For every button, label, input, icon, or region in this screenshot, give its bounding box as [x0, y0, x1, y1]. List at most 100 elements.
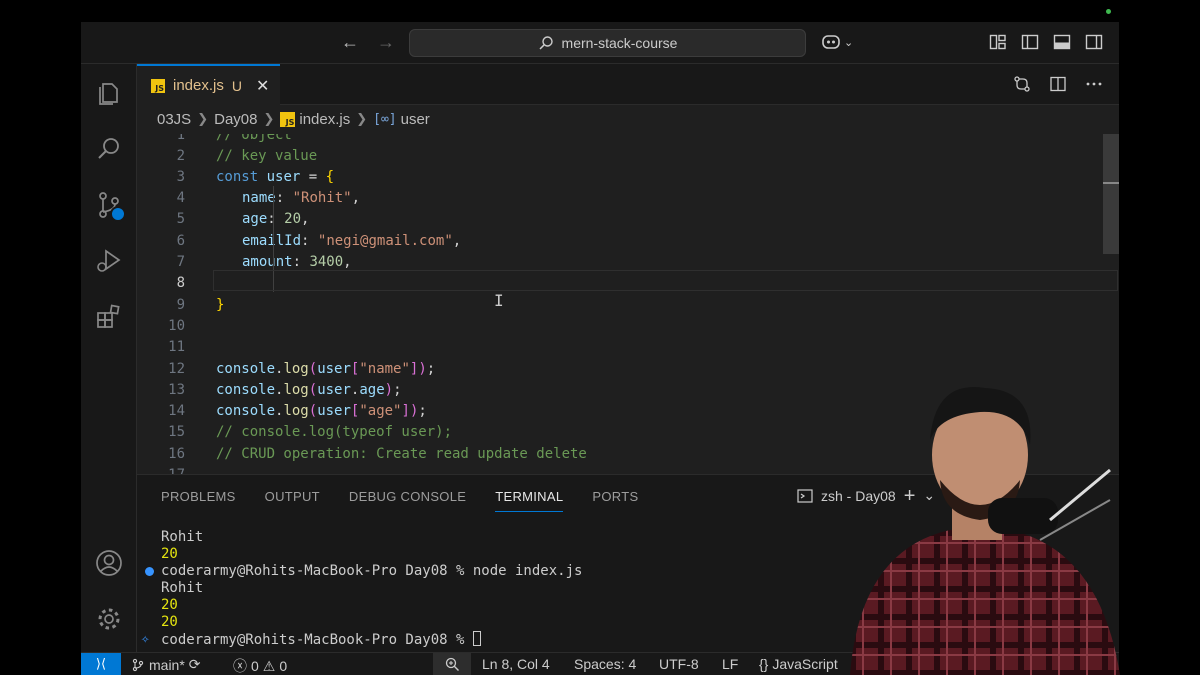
back-arrow-icon[interactable]: ← — [341, 32, 359, 53]
code-line: 11 — [137, 337, 1119, 358]
language-status[interactable]: {} JavaScript — [759, 656, 838, 672]
close-icon[interactable]: ✕ — [256, 76, 269, 96]
customize-layout-icon[interactable] — [989, 33, 1007, 51]
terminal-cursor — [472, 631, 481, 646]
branch-status[interactable]: main* ⟳ — [131, 656, 201, 673]
line-number: 2 — [176, 147, 185, 164]
sync-icon[interactable]: ⟳ — [189, 656, 201, 673]
source-control-icon[interactable] — [94, 190, 126, 222]
tab-ports[interactable]: PORTS — [592, 489, 638, 512]
terminal-line: 20 — [161, 614, 178, 630]
explorer-icon[interactable] — [94, 78, 124, 108]
scrollbar-cursor-marker — [1103, 182, 1119, 184]
recording-indicator — [1106, 9, 1111, 14]
webcam-presenter — [840, 380, 1120, 675]
text-cursor-icon: I — [494, 291, 504, 310]
remote-indicator-icon[interactable]: ⟩⟨ — [81, 653, 121, 675]
command-status-dot-icon[interactable] — [145, 567, 154, 576]
cursor-position[interactable]: Ln 8, Col 4 — [482, 656, 550, 672]
line-number: 6 — [176, 232, 185, 249]
breadcrumb-item[interactable]: user — [401, 111, 430, 128]
chevron-right-icon: ❯ — [197, 111, 209, 126]
code-line: 2 // key value — [137, 145, 1119, 166]
tab-index-js[interactable]: JS index.js U ✕ — [137, 64, 280, 105]
code-text: // CRUD operation: Create read update de… — [216, 445, 587, 462]
code-text: const user = { — [216, 168, 335, 185]
code-text: // key value — [216, 147, 318, 164]
line-number: 10 — [168, 317, 185, 334]
tab-terminal[interactable]: TERMINAL — [495, 489, 564, 512]
line-number: 8 — [176, 275, 185, 292]
breadcrumb-item[interactable]: 03JS — [157, 111, 191, 128]
breadcrumb-item[interactable]: Day08 — [214, 111, 257, 128]
terminal-line: 20 — [161, 546, 178, 562]
editor-tabs: JS index.js U ✕ — [137, 64, 1119, 105]
toggle-secondary-sidebar-icon[interactable] — [1085, 33, 1103, 51]
terminal-line: coderarmy@Rohits-MacBook-Pro Day08 % nod… — [145, 563, 582, 580]
command-center-text: mern-stack-course — [561, 35, 678, 51]
nav-arrows: ← → — [341, 32, 395, 53]
code-text: console.log(user["name"]); — [216, 360, 436, 377]
tab-output[interactable]: OUTPUT — [265, 489, 320, 512]
problems-status[interactable]: ⓧ 0 ⚠ 0 — [233, 656, 287, 675]
code-line: 9} — [137, 294, 1119, 315]
run-debug-icon[interactable] — [94, 246, 124, 276]
copilot-menu[interactable]: ⌄ — [821, 33, 853, 51]
toggle-panel-icon[interactable] — [1053, 33, 1071, 51]
code-text: console.log(user.age); — [216, 381, 402, 398]
breadcrumb-item[interactable]: index.js — [299, 111, 350, 128]
code-text: age: 20, — [242, 211, 310, 228]
warning-icon: ⚠ — [262, 657, 276, 674]
line-number: 17 — [137, 467, 185, 474]
line-number: 9 — [176, 296, 185, 313]
accounts-icon[interactable] — [94, 548, 124, 578]
tab-debug-console[interactable]: DEBUG CONSOLE — [349, 489, 466, 512]
split-editor-icon[interactable] — [1049, 75, 1067, 93]
forward-arrow-icon[interactable]: → — [377, 32, 395, 53]
tab-problems[interactable]: PROBLEMS — [161, 489, 236, 512]
activity-bar — [81, 64, 137, 652]
more-actions-icon[interactable] — [1085, 75, 1103, 93]
git-branch-icon — [132, 658, 144, 671]
zoom-icon[interactable] — [433, 653, 471, 675]
search-view-icon[interactable] — [94, 134, 124, 164]
indentation-status[interactable]: Spaces: 4 — [574, 656, 636, 672]
language-name: JavaScript — [772, 656, 838, 672]
code-line: 3 const user = { — [137, 166, 1119, 187]
editor-scrollbar[interactable] — [1103, 134, 1119, 254]
eol-status[interactable]: LF — [722, 656, 738, 672]
code-line: 10 — [137, 315, 1119, 336]
tab-label: index.js — [173, 77, 224, 94]
chevron-right-icon: ❯ — [263, 111, 275, 126]
toggle-primary-sidebar-icon[interactable] — [1021, 33, 1039, 51]
code-text: // object — [216, 134, 292, 143]
chevron-right-icon: ❯ — [356, 111, 368, 126]
terminal-line: 20 — [161, 597, 178, 613]
settings-gear-icon[interactable] — [94, 604, 124, 634]
compare-changes-icon[interactable] — [1013, 75, 1031, 93]
command-center-search[interactable]: mern-stack-course — [409, 29, 806, 57]
error-icon: ⓧ — [233, 658, 247, 674]
extensions-icon[interactable] — [94, 302, 124, 332]
code-line: 6 emailId: "negi@gmail.com", — [137, 230, 1119, 251]
copilot-icon — [822, 35, 840, 49]
variable-symbol-icon: [∞] — [373, 111, 397, 127]
terminal-output[interactable]: Rohit 20 coderarmy@Rohits-MacBook-Pro Day0… — [141, 529, 582, 648]
line-number: 12 — [168, 360, 185, 377]
code-text: } — [216, 296, 225, 313]
terminal-line: Rohit — [161, 529, 204, 545]
line-number: 15 — [168, 424, 185, 441]
tab-modified-indicator: U — [231, 77, 242, 94]
js-file-icon: JS — [151, 78, 165, 93]
title-bar: ← → mern-stack-course ⌄ — [81, 22, 1119, 64]
encoding-status[interactable]: UTF-8 — [659, 656, 699, 672]
code-text: emailId: "negi@gmail.com", — [242, 232, 462, 249]
terminal-line: ✧ coderarmy@Rohits-MacBook-Pro Day08 % — [141, 631, 582, 648]
line-number: 14 — [168, 403, 185, 420]
panel-tabs: PROBLEMS OUTPUT DEBUG CONSOLE TERMINAL P… — [161, 489, 638, 512]
sparkle-icon[interactable]: ✧ — [141, 631, 149, 648]
clock-badge-icon — [110, 206, 126, 222]
chevron-down-icon: ⌄ — [844, 36, 854, 49]
branch-name: main* — [149, 656, 185, 673]
code-line: 4 name: "Rohit", — [137, 188, 1119, 209]
